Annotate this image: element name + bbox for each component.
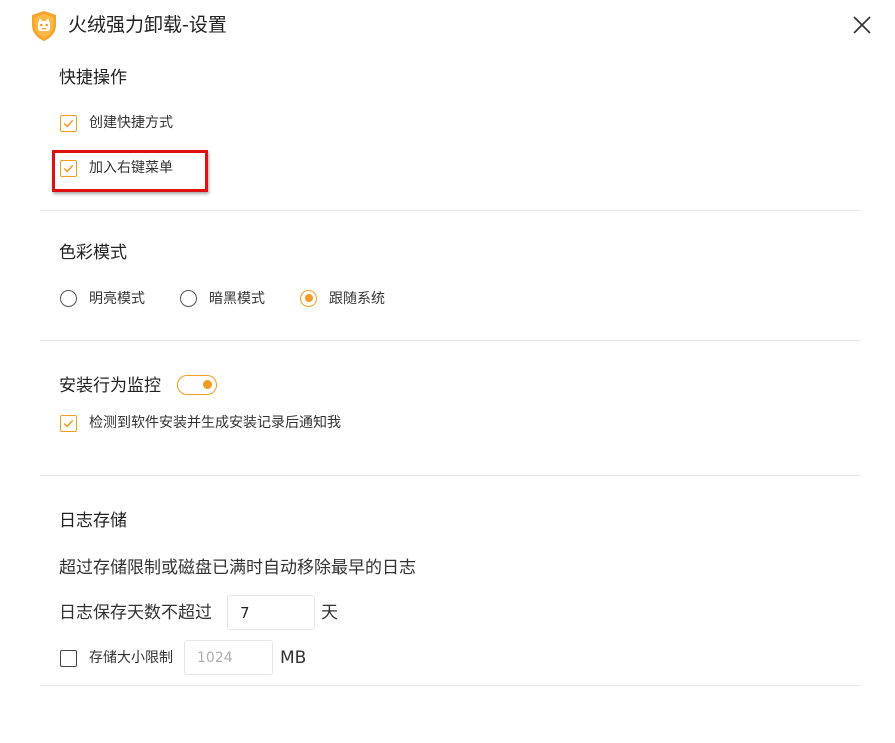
radio-circle-selected[interactable] xyxy=(300,289,317,307)
install-monitor-toggle[interactable] xyxy=(177,375,217,395)
radio-circle[interactable] xyxy=(180,289,197,307)
highlight-annotation-box xyxy=(52,150,208,192)
size-limit-label: 存储大小限制 xyxy=(89,650,173,666)
install-notify-label: 检测到软件安装并生成安装记录后通知我 xyxy=(89,415,341,431)
radio-label: 跟随系统 xyxy=(329,291,385,307)
check-icon[interactable] xyxy=(60,414,77,432)
install-notify-checkbox[interactable]: 检测到软件安装并生成安装记录后通知我 xyxy=(60,413,341,433)
log-storage-section-title: 日志存储 xyxy=(59,511,127,531)
size-limit-input[interactable] xyxy=(184,640,273,675)
shortcuts-section-title: 快捷操作 xyxy=(59,68,127,88)
radio-dark-mode[interactable]: 暗黑模式 xyxy=(180,288,265,308)
radio-follow-system[interactable]: 跟随系统 xyxy=(300,288,385,308)
radio-label: 明亮模式 xyxy=(89,291,145,307)
radio-light-mode[interactable]: 明亮模式 xyxy=(60,288,145,308)
window-title: 火绒强力卸载-设置 xyxy=(68,14,227,36)
install-monitor-section-title: 安装行为监控 xyxy=(59,376,161,396)
log-days-unit: 天 xyxy=(321,603,338,623)
divider xyxy=(40,210,860,211)
toggle-knob xyxy=(203,380,212,389)
size-limit-checkbox[interactable]: 存储大小限制 xyxy=(60,648,173,668)
divider xyxy=(40,475,860,476)
create-shortcut-label: 创建快捷方式 xyxy=(89,115,173,131)
log-days-label: 日志保存天数不超过 xyxy=(59,603,212,623)
size-limit-unit: MB xyxy=(280,648,307,668)
divider xyxy=(40,685,860,686)
settings-window: 火绒强力卸载-设置 快捷操作 创建快捷方式 加入右键菜单 色彩模式 明亮模式 暗… xyxy=(0,0,895,743)
create-shortcut-checkbox[interactable]: 创建快捷方式 xyxy=(60,113,173,133)
shield-logo-icon xyxy=(32,11,56,41)
radio-circle[interactable] xyxy=(60,289,77,307)
close-icon[interactable] xyxy=(851,14,873,36)
log-storage-description: 超过存储限制或磁盘已满时自动移除最早的日志 xyxy=(59,558,416,578)
title-bar: 火绒强力卸载-设置 xyxy=(0,0,895,52)
radio-label: 暗黑模式 xyxy=(209,291,265,307)
log-days-input[interactable] xyxy=(227,595,315,630)
color-mode-section-title: 色彩模式 xyxy=(59,243,127,263)
divider xyxy=(40,340,860,341)
check-icon[interactable] xyxy=(60,114,77,132)
radio-dot xyxy=(304,294,313,302)
checkbox-empty[interactable] xyxy=(60,649,77,667)
